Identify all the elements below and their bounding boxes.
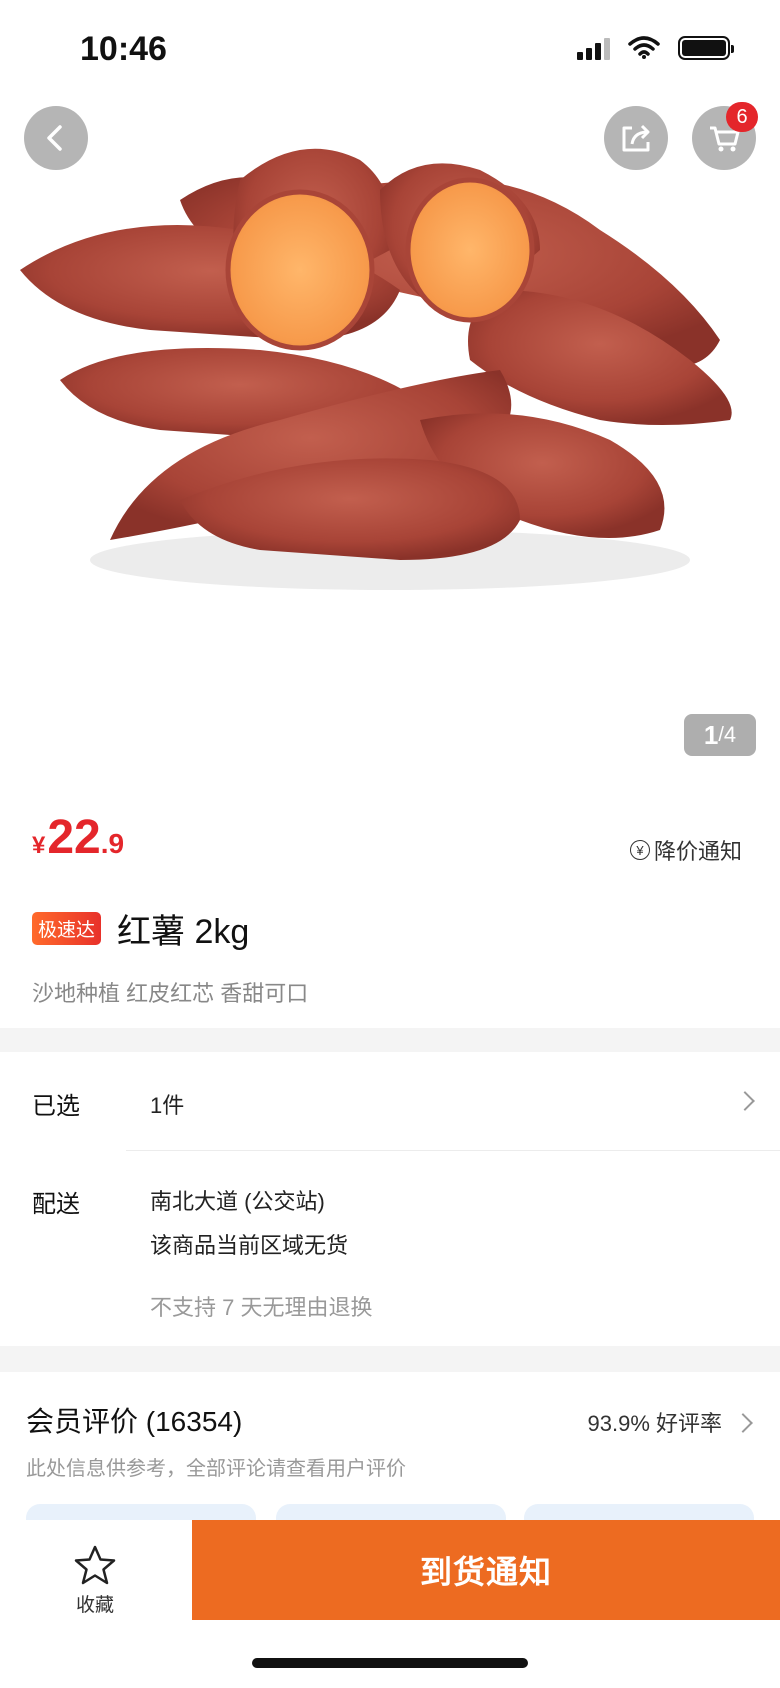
product-price: ¥ 22 .9 [32, 810, 124, 865]
delivery-status: 该商品当前区域无货 [150, 1233, 349, 1258]
product-image [20, 148, 732, 590]
star-icon [74, 1545, 116, 1584]
return-policy: 不支持 7 天无理由退换 [150, 1295, 373, 1320]
reviews-note: 此处信息供参考，全部评论请查看用户评价 [26, 1458, 406, 1480]
cart-count-badge: 6 [726, 102, 758, 132]
price-integer: 22 [47, 811, 101, 864]
share-button[interactable] [604, 106, 668, 170]
delivery-label: 配送 [32, 1191, 80, 1218]
product-gallery[interactable]: 6 1 / 4 [0, 0, 780, 780]
selected-label: 已选 [32, 1093, 80, 1120]
positive-rate: 93.9% 好评率 [587, 1411, 723, 1436]
delivery-address[interactable]: 南北大道 (公交站) [150, 1184, 325, 1216]
pager-total: 4 [723, 722, 737, 747]
selected-row[interactable]: 已选 1件 [0, 1052, 780, 1150]
express-delivery-tag: 极速达 [32, 912, 102, 945]
back-icon [47, 125, 62, 151]
reviews-title: 会员评价 (16354) [26, 1406, 243, 1437]
price-decimal: .9 [100, 828, 125, 859]
product-subtitle: 沙地种植 红皮红芯 香甜可口 [32, 981, 309, 1006]
chevron-right-icon [733, 1413, 753, 1433]
reviews-card[interactable]: 会员评价 (16354) 93.9% 好评率 此处信息供参考，全部评论请查看用户… [0, 1372, 780, 1534]
status-time: 10:46 [80, 30, 167, 68]
product-title: 红薯 2kg [117, 913, 250, 951]
divider [126, 1150, 780, 1151]
title-row: 极速达 红薯 2kg [32, 904, 249, 953]
gallery-pager: 1 / 4 [684, 714, 756, 756]
product-info-card: ¥ 22 .9 ¥ 降价通知 极速达 红薯 2kg 沙地种植 红皮红芯 香甜可口 [0, 780, 780, 1028]
price-drop-notice-button[interactable]: ¥ 降价通知 [629, 834, 742, 866]
battery-icon [678, 36, 734, 60]
cart-button[interactable]: 6 [692, 102, 758, 170]
chevron-right-icon [735, 1091, 755, 1111]
arrival-notify-button[interactable]: 到货通知 [192, 1520, 780, 1620]
cellular-signal-icon [577, 36, 610, 60]
options-card: 已选 1件 配送 南北大道 (公交站) 该商品当前区域无货 不支持 7 天无理由… [0, 1052, 780, 1346]
status-bar: 10:46 [0, 0, 780, 100]
share-icon [622, 124, 650, 152]
back-button[interactable] [24, 106, 88, 170]
price-drop-label: 降价通知 [653, 839, 742, 864]
favorite-label: 收藏 [75, 1594, 114, 1616]
selected-value: 1件 [150, 1093, 185, 1118]
status-icons [577, 36, 734, 60]
wifi-icon [628, 36, 660, 59]
favorite-button[interactable]: 收藏 [40, 1534, 150, 1626]
price-currency: ¥ [32, 832, 46, 859]
pager-current: 1 [703, 719, 719, 750]
price-drop-icon: ¥ [629, 840, 650, 860]
home-indicator [252, 1658, 528, 1668]
